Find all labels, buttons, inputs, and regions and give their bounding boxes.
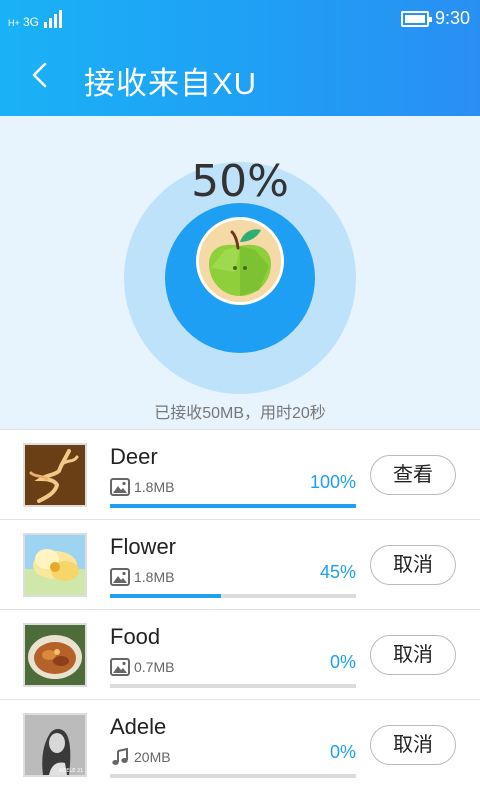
progress-percent: 50% [191,156,289,207]
file-name: Food [110,624,161,649]
transfer-progress-panel: 50% 已接收50MB，用时20秒 [0,116,480,429]
network-3g-label: 3G [23,15,40,29]
file-size: 0.7MB [134,659,175,675]
image-icon [110,568,130,586]
file-percent: 0% [329,652,356,672]
file-name: Flower [110,534,177,559]
food-thumbnail-image [25,625,85,685]
list-item: ADELE 21 Adele 20MB 0% 取消 [0,699,480,789]
album-caption: ADELE 21 [59,768,83,774]
status-right: 9:30 [400,8,470,29]
back-button[interactable] [26,60,56,90]
chevron-left-icon [32,62,47,88]
list-item: Food 0.7MB 0% 取消 [0,609,480,699]
battery-icon [400,10,432,27]
network-h-label: H+ [8,18,20,28]
file-meta: 0.7MB [110,658,174,676]
file-percent: 100% [309,472,356,492]
file-thumbnail [23,443,87,507]
flower-thumbnail-image [25,535,85,595]
file-size: 1.8MB [134,569,175,585]
music-note-icon [112,748,128,765]
file-progress-bar [110,594,356,598]
cancel-button[interactable]: 取消 [370,725,456,765]
file-size: 1.8MB [134,479,175,495]
list-item: Deer 1.8MB 100% 查看 [0,429,480,519]
view-button[interactable]: 查看 [370,455,456,495]
header: H+ 3G 9:30 接收来自XU [0,0,480,116]
file-list: Deer 1.8MB 100% 查看 Flower 1.8MB 45% 取消 F… [0,429,480,789]
file-progress-bar [110,684,356,688]
title-bar: 接收来自XU [0,38,480,116]
network-indicator: H+ 3G [8,8,63,29]
file-name: Adele [110,714,167,739]
file-percent: 45% [319,562,356,582]
cancel-button[interactable]: 取消 [370,635,456,675]
deer-thumbnail-image [25,445,85,505]
file-progress-bar [110,774,356,778]
file-percent: 0% [329,742,356,762]
apple-avatar-icon [199,220,281,302]
file-meta: 1.8MB [110,478,174,496]
file-meta: 20MB [110,748,171,766]
status-bar: H+ 3G 9:30 [0,0,480,38]
file-progress-bar [110,504,356,508]
received-summary: 已接收50MB，用时20秒 [154,405,326,422]
page-title: 接收来自XU [84,66,258,101]
file-name: Deer [110,444,158,469]
file-thumbnail: ADELE 21 [23,713,87,777]
file-thumbnail [23,533,87,597]
image-icon [110,658,130,676]
file-meta: 1.8MB [110,568,174,586]
signal-icon [44,8,63,28]
image-icon [110,478,130,496]
cancel-button[interactable]: 取消 [370,545,456,585]
file-thumbnail [23,623,87,687]
file-size: 20MB [134,749,171,765]
sender-avatar [196,217,284,305]
album-cover-image: ADELE 21 [25,715,85,775]
clock: 9:30 [434,8,470,28]
list-item: Flower 1.8MB 45% 取消 [0,519,480,609]
